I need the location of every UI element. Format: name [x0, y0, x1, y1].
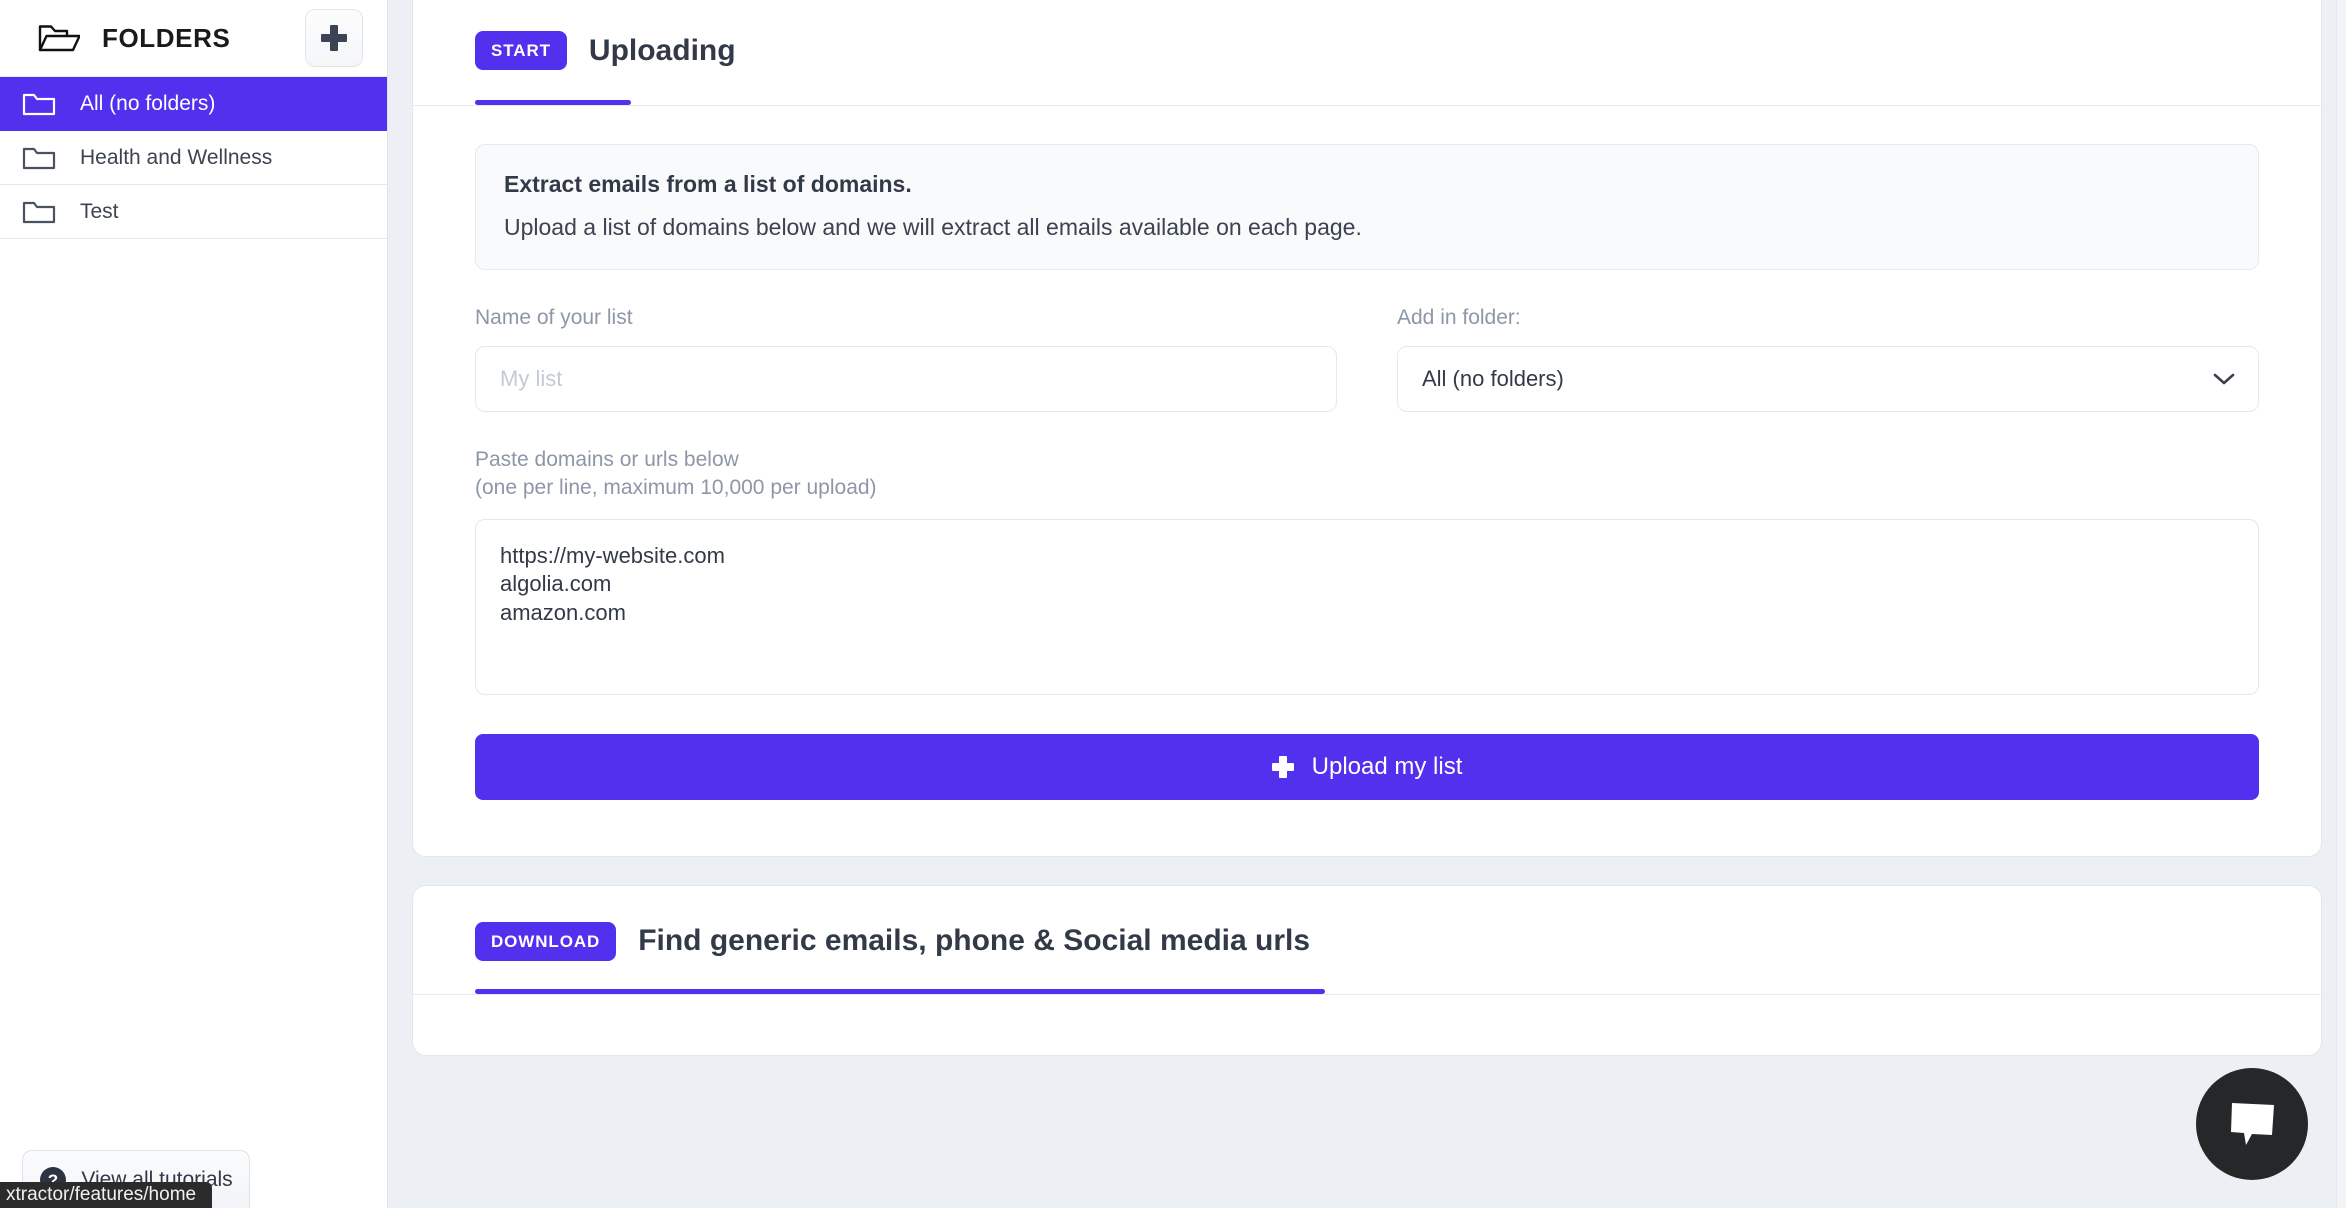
folder-select-group: Add in folder: All (no folders): [1397, 306, 2259, 412]
sidebar-item-label: Test: [80, 199, 119, 223]
start-badge: START: [475, 31, 567, 70]
plus-icon: [1271, 755, 1294, 778]
folder-list: All (no folders) Health and Wellness Tes…: [0, 76, 387, 239]
card-spacer: [412, 857, 2322, 885]
uploading-card-header: START Uploading: [413, 0, 2321, 70]
sidebar-item-health-and-wellness[interactable]: Health and Wellness: [0, 131, 387, 185]
page-scrollbar[interactable]: [2336, 0, 2346, 1208]
chat-widget-button[interactable]: [2196, 1068, 2308, 1180]
plus-icon: [321, 25, 347, 51]
notice-title: Extract emails from a list of domains.: [504, 171, 912, 197]
folder-select-value: All (no folders): [1422, 366, 1564, 391]
folder-select[interactable]: All (no folders): [1397, 346, 2259, 412]
upload-button-label: Upload my list: [1311, 752, 1463, 780]
folder-icon: [22, 199, 56, 225]
sidebar-item-label: All (no folders): [80, 91, 216, 115]
list-name-input[interactable]: [475, 346, 1337, 412]
domains-textarea[interactable]: [475, 518, 2259, 695]
paste-domains-label: Paste domains or urls below: [475, 448, 739, 471]
sidebar-item-all-no-folders[interactable]: All (no folders): [0, 77, 387, 131]
sidebar-item-test[interactable]: Test: [0, 185, 387, 239]
folder-select-wrapper: All (no folders): [1397, 346, 2259, 412]
list-name-field-group: Name of your list: [475, 306, 1337, 412]
info-notice: Extract emails from a list of domains. U…: [475, 144, 2259, 270]
download-card-body: [413, 995, 2321, 1055]
folders-sidebar: FOLDERS All (no folders) Health and Well…: [0, 0, 388, 1208]
form-row: Name of your list Add in folder: All (no…: [475, 306, 2259, 412]
uploading-tab-title: Uploading: [588, 33, 736, 67]
paste-label-group: Paste domains or urls below (one per lin…: [475, 446, 2259, 503]
download-card: DOWNLOAD Find generic emails, phone & So…: [412, 884, 2322, 1056]
sidebar-item-label: Health and Wellness: [80, 145, 273, 169]
open-folder-icon: [38, 21, 81, 55]
download-tab-title: Find generic emails, phone & Social medi…: [638, 924, 1311, 958]
folder-icon: [22, 145, 56, 171]
list-name-label: Name of your list: [475, 306, 633, 329]
upload-my-list-button[interactable]: Upload my list: [475, 733, 2259, 800]
download-badge: DOWNLOAD: [475, 921, 617, 961]
app-root: FOLDERS All (no folders) Health and Well…: [0, 0, 2346, 1208]
browser-status-bar: xtractor/features/home: [0, 1182, 213, 1208]
sidebar-title: FOLDERS: [102, 22, 231, 53]
add-folder-button[interactable]: [305, 9, 363, 67]
paste-domains-hint: (one per line, maximum 10,000 per upload…: [475, 476, 877, 500]
sidebar-header: FOLDERS: [0, 0, 387, 76]
chat-bubble-icon: [2224, 1097, 2280, 1152]
uploading-card-body: Extract emails from a list of domains. U…: [413, 106, 2321, 856]
download-card-header: DOWNLOAD Find generic emails, phone & So…: [413, 886, 2321, 961]
notice-subtitle: Upload a list of domains below and we wi…: [504, 214, 1362, 240]
add-in-folder-label: Add in folder:: [1397, 306, 1521, 329]
main-content: START Uploading Extract emails from a li…: [388, 0, 2346, 1208]
folder-icon: [22, 91, 56, 117]
uploading-card: START Uploading Extract emails from a li…: [412, 0, 2322, 857]
